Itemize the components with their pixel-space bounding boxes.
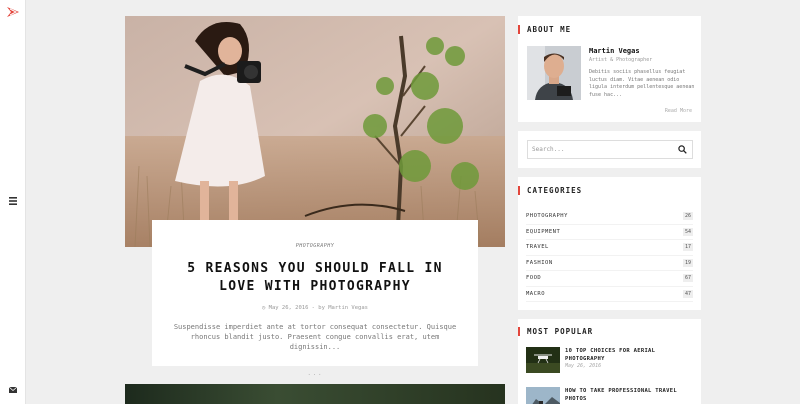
- popular-post-title: 10 TOP CHOICES FOR AERIAL PHOTOGRAPHY: [565, 348, 656, 362]
- category-name: MACRO: [526, 290, 546, 297]
- category-item[interactable]: PHOTOGRAPHY 26: [526, 209, 693, 225]
- category-count: 19: [682, 258, 693, 267]
- popular-post-title: HOW TO TAKE PROFESSIONAL TRAVEL PHOTOS: [565, 388, 677, 402]
- category-name: FASHION: [526, 259, 553, 266]
- photo-girl-with-camera: [125, 16, 505, 247]
- author-bio: Debitis sociis phasellus feugiat luctus …: [589, 69, 695, 98]
- widget-title: MOST POPULAR: [518, 327, 701, 336]
- author-name: Martin Vegas: [589, 47, 640, 55]
- category-item[interactable]: EQUIPMENT 54: [526, 225, 693, 240]
- featured-post-image[interactable]: [125, 16, 505, 247]
- popular-post-thumbnail: [526, 387, 560, 404]
- post-excerpt: Suspendisse imperdiet ante at tortor con…: [173, 323, 457, 351]
- category-count: 26: [682, 212, 693, 221]
- post-title[interactable]: 5 REASONS YOU SHOULD FALL IN LOVE WITH P…: [166, 260, 464, 296]
- category-item[interactable]: FOOD 67: [526, 271, 693, 287]
- category-count: 54: [682, 227, 693, 236]
- category-count: 67: [682, 274, 693, 283]
- read-more-link[interactable]: Read More: [665, 108, 692, 114]
- about-me-widget: ABOUT ME Martin Vegas Artist & Photograp…: [518, 16, 701, 122]
- search-box: [527, 140, 693, 159]
- category-name: EQUIPMENT: [526, 228, 561, 235]
- popular-post-date: May 26, 2016: [565, 363, 602, 369]
- author-avatar: [527, 46, 581, 100]
- search-widget: [518, 131, 701, 168]
- widget-title: ABOUT ME: [518, 25, 701, 34]
- next-post-image[interactable]: [125, 384, 505, 404]
- search-icon[interactable]: [678, 145, 687, 154]
- post-date-author: May 26, 2016 - by Martin Vegas: [268, 305, 368, 311]
- category-item[interactable]: TRAVEL 17: [526, 240, 693, 256]
- category-list: PHOTOGRAPHY 26 EQUIPMENT 54 TRAVEL 17 FASHI…: [526, 209, 693, 302]
- author-role: Artist & Photographer: [589, 57, 653, 63]
- logo-icon[interactable]: [6, 6, 20, 18]
- category-item[interactable]: FASHION 19: [526, 256, 693, 271]
- category-name: TRAVEL: [526, 244, 549, 251]
- widget-title: CATEGORIES: [518, 186, 701, 195]
- envelope-icon[interactable]: [7, 385, 19, 395]
- read-more-dots[interactable]: ...: [152, 369, 478, 377]
- left-rail: [0, 0, 26, 404]
- categories-widget: CATEGORIES PHOTOGRAPHY 26 EQUIPMENT 54 TRA…: [518, 177, 701, 310]
- post-category[interactable]: PHOTOGRAPHY: [152, 243, 478, 249]
- popular-post-thumbnail: [526, 347, 560, 373]
- category-item[interactable]: MACRO 47: [526, 287, 693, 302]
- most-popular-widget: MOST POPULAR 10 TOP CHOICES FOR AERIAL P…: [518, 319, 701, 404]
- hamburger-menu-icon[interactable]: [7, 196, 19, 206]
- post-card: PHOTOGRAPHY 5 REASONS YOU SHOULD FALL IN…: [152, 220, 478, 377]
- category-count: 47: [682, 289, 693, 298]
- post-meta: ◷ May 26, 2016 - by Martin Vegas: [152, 305, 478, 311]
- category-name: PHOTOGRAPHY: [526, 213, 568, 220]
- category-name: FOOD: [526, 275, 542, 282]
- clock-icon: ◷: [262, 305, 266, 311]
- search-input[interactable]: [532, 146, 672, 153]
- category-count: 17: [682, 243, 693, 252]
